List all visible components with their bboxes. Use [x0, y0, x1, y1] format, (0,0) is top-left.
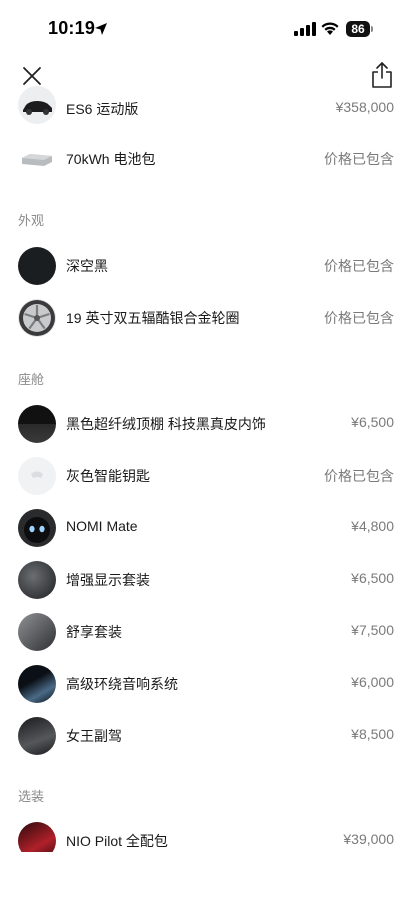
- location-arrow-icon: [95, 23, 107, 35]
- item-price: ¥4,800: [351, 518, 394, 534]
- item-label: 灰色智能钥匙: [66, 468, 150, 484]
- item-price: ¥6,500: [351, 570, 394, 586]
- section-title-cabin: 座舱: [18, 372, 45, 387]
- car-thumbnail: [18, 86, 56, 124]
- item-price: ¥6,500: [351, 414, 394, 430]
- item-label: 深空黑: [66, 258, 108, 274]
- item-price: ¥39,000: [343, 831, 394, 847]
- item-price: 价格已包含: [324, 310, 394, 326]
- item-price: ¥6,000: [351, 674, 394, 690]
- item-price: ¥7,500: [351, 622, 394, 638]
- list-item-comfort-package[interactable]: 舒享套装 ¥7,500: [0, 605, 414, 657]
- list-item-interior[interactable]: 黑色超纤绒顶棚 科技黑真皮内饰 ¥6,500: [0, 397, 414, 449]
- item-label: NIO Pilot 全配包: [66, 833, 168, 849]
- battery-pack-icon: [22, 154, 52, 166]
- battery-pack-thumbnail: [18, 140, 56, 178]
- item-price: 价格已包含: [324, 258, 394, 274]
- key-thumbnail: [18, 457, 56, 495]
- list-item-display-package[interactable]: 增强显示套装 ¥6,500: [0, 553, 414, 605]
- status-time: 10:19: [48, 18, 96, 38]
- item-price: ¥358,000: [335, 99, 394, 115]
- item-label: 增强显示套装: [66, 572, 150, 588]
- display-thumbnail: [18, 561, 56, 599]
- audio-thumbnail: [18, 665, 56, 703]
- battery-level: 86: [346, 21, 370, 37]
- item-label: ES6 运动版: [66, 101, 139, 117]
- list-item-audio-system[interactable]: 高级环绕音响系统 ¥6,000: [0, 657, 414, 709]
- wheel-thumbnail: [18, 299, 56, 337]
- color-swatch: [18, 247, 56, 285]
- item-label: 高级环绕音响系统: [66, 676, 178, 692]
- car-icon: [23, 101, 52, 115]
- item-label: 19 英寸双五辐酷银合金轮圈: [66, 310, 240, 326]
- key-icon: [31, 471, 43, 478]
- passenger-seat-thumbnail: [18, 717, 56, 755]
- item-label: 舒享套装: [66, 624, 122, 640]
- list-item-battery-pack[interactable]: 70kWh 电池包 价格已包含: [0, 132, 414, 184]
- item-price: 价格已包含: [324, 151, 394, 167]
- section-title-exterior: 外观: [18, 213, 45, 228]
- item-label: 女王副驾: [66, 728, 122, 744]
- battery-indicator: 86: [346, 21, 374, 37]
- seat-thumbnail: [18, 613, 56, 651]
- list-item-nomi-mate[interactable]: NOMI Mate ¥4,800: [0, 501, 414, 553]
- interior-swatch: [18, 405, 56, 443]
- bottom-area: [0, 852, 414, 900]
- wheel-icon: [19, 300, 55, 336]
- item-label: 70kWh 电池包: [66, 151, 156, 167]
- nomi-icon: [24, 517, 50, 543]
- battery-tip: [371, 26, 373, 32]
- item-price: ¥8,500: [351, 726, 394, 742]
- list-item-exterior-color[interactable]: 深空黑 价格已包含: [0, 239, 414, 291]
- nomi-thumbnail: [18, 509, 56, 547]
- list-item-wheels[interactable]: 19 英寸双五辐酷银合金轮圈 价格已包含: [0, 291, 414, 343]
- status-bar: 10:19 86: [0, 0, 414, 56]
- list-item-queen-seat[interactable]: 女王副驾 ¥8,500: [0, 709, 414, 761]
- item-label: NOMI Mate: [66, 518, 138, 534]
- list-item-smart-key[interactable]: 灰色智能钥匙 价格已包含: [0, 449, 414, 501]
- wifi-icon: [321, 22, 339, 35]
- cellular-signal-icon: [294, 22, 316, 36]
- item-price: 价格已包含: [324, 468, 394, 484]
- list-item-car[interactable]: ES6 运动版 ¥358,000: [0, 80, 414, 132]
- item-label: 黑色超纤绒顶棚 科技黑真皮内饰: [66, 416, 266, 432]
- section-title-options: 选装: [18, 789, 45, 804]
